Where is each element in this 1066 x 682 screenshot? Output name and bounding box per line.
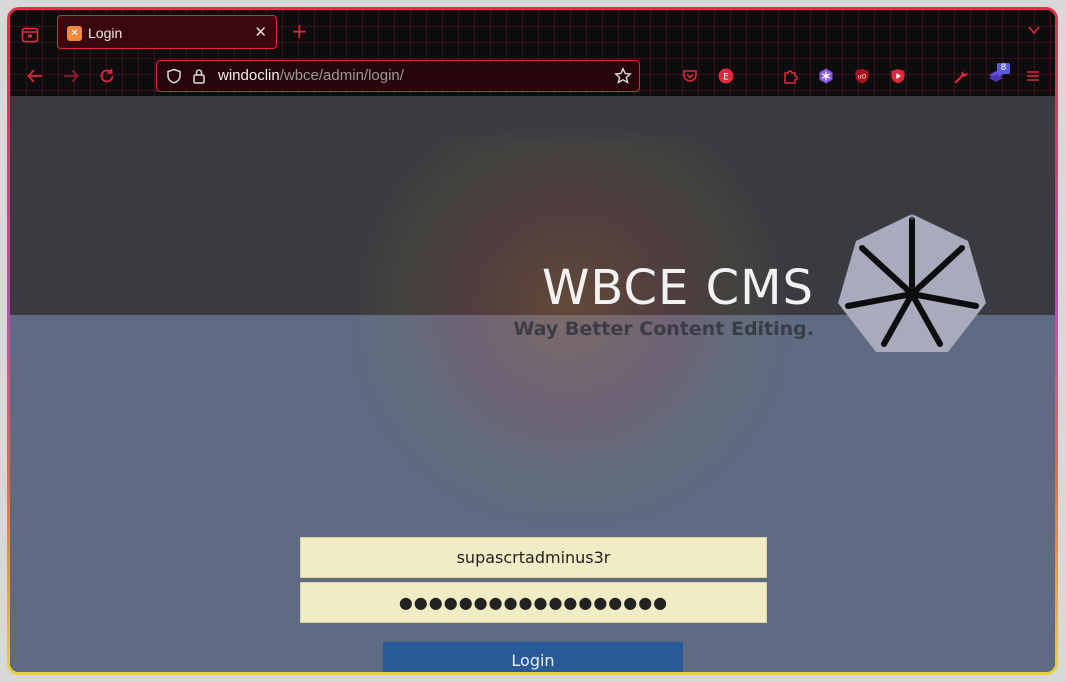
snowflake-extension-icon[interactable]	[818, 68, 834, 84]
shield-icon[interactable]	[166, 68, 182, 84]
tab-title: Login	[88, 25, 123, 41]
login-button[interactable]: Login	[383, 642, 683, 672]
url-host: windoclin	[218, 67, 280, 84]
youtube-extension-icon[interactable]	[890, 68, 906, 84]
extension-badge: 8	[997, 63, 1010, 74]
svg-text:E: E	[723, 73, 729, 83]
url-text[interactable]: windoclin/wbce/admin/login/	[218, 67, 404, 84]
tab-login[interactable]: ✕ Login ✕	[57, 15, 277, 49]
site-subtitle: Way Better Content Editing.	[513, 318, 814, 340]
back-arrow-icon[interactable]	[26, 67, 44, 85]
lock-icon[interactable]	[192, 68, 206, 84]
e-extension-icon[interactable]: E	[718, 68, 734, 84]
browser-chrome: ✕ Login ✕ + windoclin/wbce/admin/login/ …	[10, 10, 1055, 97]
chevron-down-icon[interactable]	[1027, 23, 1041, 37]
pocket-icon[interactable]	[682, 68, 698, 84]
close-tab-icon[interactable]: ✕	[254, 23, 267, 41]
puzzle-icon[interactable]	[782, 68, 798, 84]
tab-overview-icon[interactable]	[21, 25, 39, 43]
svg-text:uO: uO	[858, 74, 867, 81]
page-content: WBCE CMS Way Better Content Editing. Log…	[10, 96, 1055, 672]
site-title: WBCE CMS	[541, 260, 814, 316]
url-path: /wbce/admin/login/	[279, 67, 404, 84]
username-input[interactable]	[300, 537, 767, 578]
reload-icon[interactable]	[98, 67, 116, 85]
browser-window: ✕ Login ✕ + windoclin/wbce/admin/login/ …	[7, 7, 1058, 675]
password-input[interactable]	[300, 582, 767, 623]
menu-icon[interactable]	[1025, 68, 1041, 84]
bookmark-star-icon[interactable]	[614, 67, 632, 85]
xampp-favicon-icon: ✕	[67, 26, 82, 41]
wrench-icon[interactable]	[952, 68, 968, 84]
address-bar[interactable]: windoclin/wbce/admin/login/	[156, 60, 640, 92]
ublock-icon[interactable]: uO	[854, 68, 870, 84]
new-tab-button[interactable]: +	[291, 21, 308, 41]
forward-arrow-icon[interactable]	[62, 67, 80, 85]
wbce-logo-icon	[838, 214, 986, 352]
